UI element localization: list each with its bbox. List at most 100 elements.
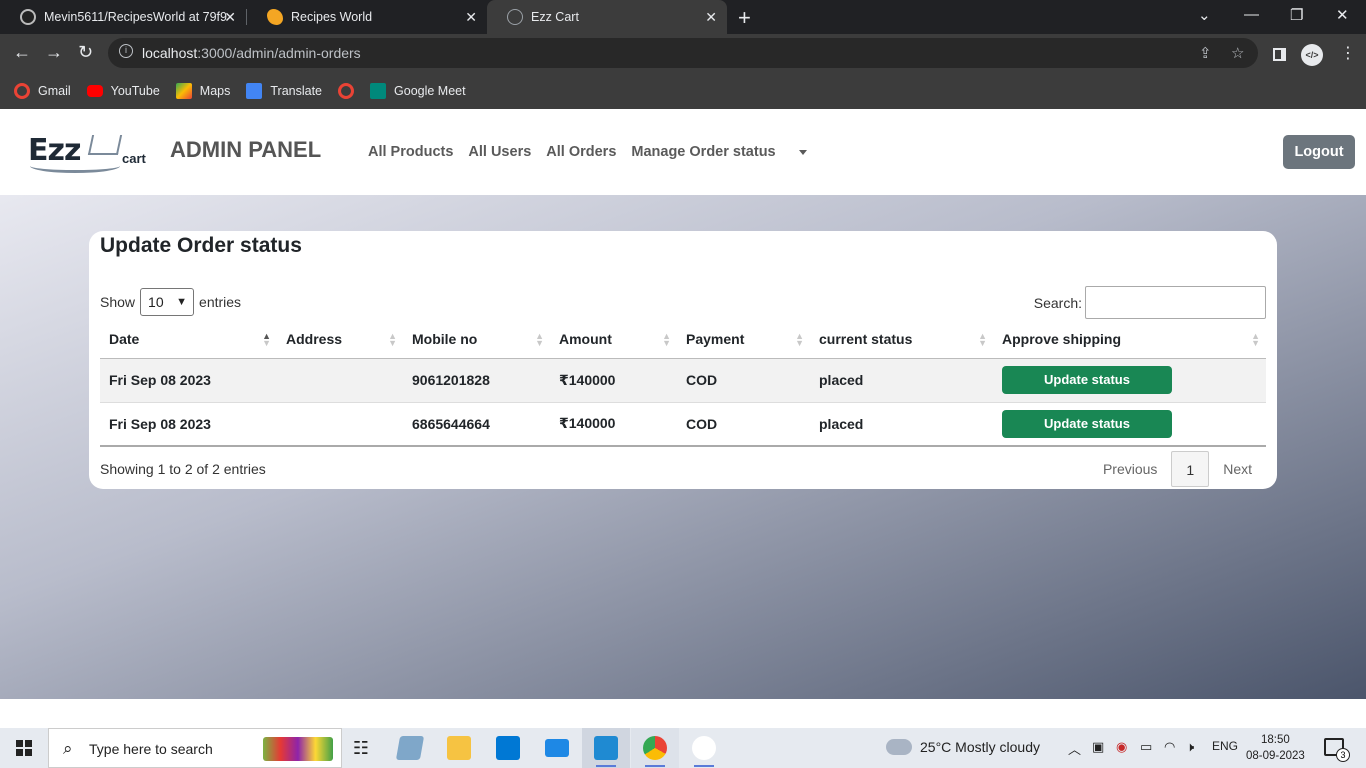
- update-status-button[interactable]: Update status: [1002, 409, 1172, 438]
- extension-icon[interactable]: </>: [1301, 44, 1323, 66]
- globe-icon: [507, 9, 523, 25]
- minimize-icon[interactable]: —: [1244, 6, 1259, 23]
- browser-tab-bar: Mevin5611/RecipesWorld at 79f9 ✕ Recipes…: [0, 0, 1366, 34]
- chrome-icon[interactable]: [643, 736, 667, 760]
- windows-taskbar: ⌕ Type here to search ☷ 25°C Mostly clou…: [0, 728, 1366, 768]
- tab-search-icon[interactable]: ⌄: [1198, 6, 1211, 24]
- task-view-icon[interactable]: ☷: [349, 736, 373, 760]
- logo-swoosh: [30, 159, 120, 173]
- cell-payment: COD: [677, 402, 810, 447]
- taskbar-search-input[interactable]: ⌕ Type here to search: [48, 728, 342, 768]
- window-close-icon[interactable]: ✕: [1336, 6, 1349, 24]
- bookmark-translate[interactable]: Translate: [246, 82, 323, 99]
- table-search: Search:: [1034, 286, 1266, 319]
- bookmark-label: Google Meet: [394, 83, 466, 98]
- nav-label: Manage Order status: [631, 144, 776, 160]
- close-icon[interactable]: ✕: [705, 9, 717, 26]
- sort-icon: ▲ ▼: [535, 331, 544, 348]
- new-tab-button[interactable]: +: [738, 5, 751, 31]
- page-length-value: 10: [148, 294, 164, 310]
- side-panel-icon[interactable]: [1273, 48, 1286, 61]
- admin-navbar: Ezz cart ADMIN PANEL All Products All Us…: [0, 109, 1366, 195]
- url-text[interactable]: localhost:3000/admin/admin-orders: [142, 45, 361, 61]
- nav-all-products[interactable]: All Products: [368, 144, 453, 160]
- bookmarks-bar: Gmail YouTube Maps Translate Google Meet: [0, 72, 1366, 109]
- show-hidden-icons[interactable]: ︿: [1068, 739, 1081, 758]
- column-header-amount[interactable]: Amount ▲ ▼: [550, 321, 677, 359]
- mail-icon[interactable]: [545, 739, 569, 757]
- url-host: localhost: [142, 45, 198, 61]
- cell-action: Update status: [993, 402, 1266, 447]
- battery-icon[interactable]: ▭: [1140, 739, 1152, 755]
- maps-icon: [175, 82, 192, 99]
- notification-center-icon[interactable]: 3: [1324, 738, 1350, 762]
- language-indicator[interactable]: ENG: [1212, 739, 1238, 753]
- mongodb-compass-icon[interactable]: [692, 736, 716, 760]
- search-placeholder: Type here to search: [89, 741, 213, 757]
- site-info-icon[interactable]: i: [119, 44, 133, 58]
- cell-mobile: 6865644664: [403, 402, 550, 447]
- menu-icon[interactable]: ⋮: [1340, 43, 1356, 63]
- security-alert-icon[interactable]: ◉: [1116, 739, 1127, 755]
- file-explorer-icon[interactable]: [447, 736, 471, 760]
- bookmark-maps[interactable]: Maps: [175, 82, 231, 99]
- restore-icon[interactable]: ❐: [1290, 6, 1303, 24]
- wifi-icon[interactable]: ◠: [1164, 739, 1175, 755]
- search-input[interactable]: [1085, 286, 1266, 319]
- logo-sub-text: cart: [122, 151, 146, 166]
- page-length-select[interactable]: 10 ▼: [140, 288, 195, 316]
- pagination-page-1[interactable]: 1: [1171, 451, 1210, 487]
- forward-icon[interactable]: →: [45, 42, 63, 63]
- chevron-down-icon: ▼: [176, 296, 188, 308]
- weather-text: 25°C Mostly cloudy: [920, 739, 1040, 755]
- bookmark-google[interactable]: [338, 82, 355, 99]
- weather-widget[interactable]: 25°C Mostly cloudy: [886, 733, 1040, 755]
- bookmark-star-icon[interactable]: ☆: [1231, 44, 1244, 62]
- nav-manage-order-status[interactable]: Manage Order status: [631, 144, 807, 160]
- cart-icon: [87, 135, 123, 155]
- column-header-date[interactable]: Date ▲ ▼: [100, 321, 277, 359]
- sort-icon: ▲ ▼: [662, 331, 671, 348]
- bookmark-google-meet[interactable]: Google Meet: [370, 82, 466, 99]
- tab-ezz-cart[interactable]: Ezz Cart ✕: [487, 0, 727, 34]
- windows-start-icon[interactable]: [16, 740, 32, 756]
- column-header-payment[interactable]: Payment ▲ ▼: [677, 321, 810, 359]
- nav-all-users[interactable]: All Users: [468, 144, 531, 160]
- volume-muted-icon[interactable]: 🕨: [1186, 739, 1194, 755]
- column-label: Mobile no: [412, 331, 478, 348]
- pagination-next[interactable]: Next: [1209, 451, 1266, 487]
- ezz-cart-logo[interactable]: Ezz cart: [28, 129, 153, 177]
- back-icon[interactable]: ←: [13, 42, 31, 63]
- bookmark-gmail[interactable]: Gmail: [14, 82, 71, 99]
- bookmark-label: Maps: [199, 83, 231, 98]
- table-header-row: Date ▲ ▼ Address ▲ ▼ Mobile no ▲ ▼ Amount ▲ ▼ Pa…: [100, 321, 1266, 359]
- column-header-approve[interactable]: Approve shipping ▲ ▼: [993, 321, 1266, 359]
- tab-github[interactable]: Mevin5611/RecipesWorld at 79f9 ✕: [0, 0, 246, 34]
- reload-icon[interactable]: ↻: [78, 42, 93, 63]
- system-clock[interactable]: 18:50 08-09-2023: [1246, 732, 1305, 764]
- store-icon[interactable]: [496, 736, 520, 760]
- column-header-mobile[interactable]: Mobile no ▲ ▼: [403, 321, 550, 359]
- vscode-icon[interactable]: [594, 736, 618, 760]
- bookmark-label: Translate: [270, 83, 323, 98]
- close-icon[interactable]: ✕: [224, 9, 236, 26]
- tab-recipes-world[interactable]: Recipes World ✕: [247, 0, 487, 34]
- close-icon[interactable]: ✕: [465, 9, 477, 26]
- cell-address: [277, 358, 403, 403]
- search-icon: ⌕: [63, 739, 73, 758]
- nav-links: All Products All Users All Orders Manage…: [368, 144, 822, 160]
- entries-label: entries: [199, 294, 242, 310]
- address-bar[interactable]: i localhost:3000/admin/admin-orders ⇪ ☆: [108, 38, 1258, 68]
- bookmark-youtube[interactable]: YouTube: [86, 84, 160, 98]
- nav-all-orders[interactable]: All Orders: [546, 144, 616, 160]
- notes-app-icon[interactable]: [395, 736, 425, 760]
- pagination-previous[interactable]: Previous: [1089, 451, 1171, 487]
- croissant-icon: [267, 9, 283, 25]
- bookmark-label: Gmail: [38, 83, 71, 98]
- logout-button[interactable]: Logout: [1283, 135, 1355, 169]
- meet-now-icon[interactable]: ▣: [1092, 739, 1104, 755]
- update-status-button[interactable]: Update status: [1002, 366, 1172, 394]
- column-header-address[interactable]: Address ▲ ▼: [277, 321, 403, 359]
- share-icon[interactable]: ⇪: [1199, 44, 1212, 62]
- column-header-status[interactable]: current status ▲ ▼: [810, 321, 993, 359]
